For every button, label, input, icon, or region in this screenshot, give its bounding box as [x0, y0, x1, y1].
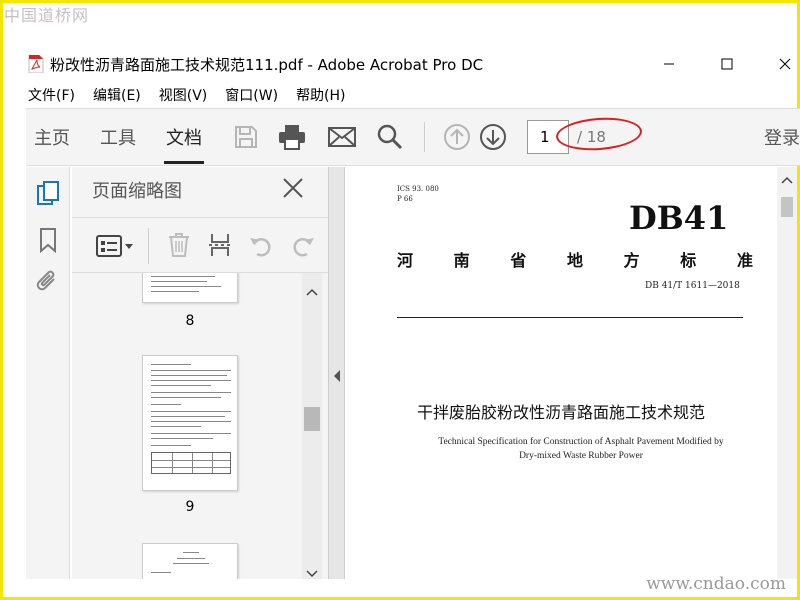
doc-standard-number: DB41 — [629, 199, 729, 237]
menu-help[interactable]: 帮助(H) — [296, 85, 345, 105]
document-scrollbar[interactable] — [777, 167, 797, 579]
doc-scroll-up-icon[interactable] — [781, 169, 793, 188]
doc-code: DB 41/T 1611—2018 — [645, 281, 740, 291]
doc-province-char: 地 — [566, 251, 583, 270]
doc-province-char: 方 — [623, 251, 640, 270]
left-rail — [26, 167, 70, 579]
login-link[interactable]: 登录 — [764, 124, 800, 150]
window-title: 粉改性沥青路面施工技术规范111.pdf - Adobe Acrobat Pro… — [50, 55, 484, 74]
doc-p: P 66 — [397, 195, 413, 203]
email-icon[interactable] — [328, 123, 356, 151]
doc-province-char: 准 — [736, 251, 753, 270]
doc-title-en-1: Technical Specification for Construction… — [438, 437, 724, 447]
doc-province-char: 河 — [397, 251, 414, 270]
thumbnail-page-8[interactable] — [142, 273, 238, 303]
tab-document[interactable]: 文档 — [158, 108, 210, 166]
extract-page-icon[interactable] — [208, 232, 232, 262]
panel-toolbar — [72, 217, 328, 273]
doc-province-line: 河 南 省 地 方 标 准 — [397, 247, 753, 271]
rotate-ccw-icon[interactable] — [248, 232, 274, 262]
tab-home[interactable]: 主页 — [26, 108, 78, 166]
scroll-down-icon[interactable] — [306, 563, 318, 582]
menu-file[interactable]: 文件(F) — [28, 85, 75, 105]
doc-province-char: 标 — [680, 251, 697, 270]
options-menu-icon[interactable] — [96, 234, 134, 262]
print-icon[interactable] — [278, 123, 306, 151]
tab-tools[interactable]: 工具 — [92, 108, 144, 166]
menu-view[interactable]: 视图(V) — [159, 85, 208, 105]
pdf-file-icon — [28, 54, 44, 74]
thumbnail-table — [151, 452, 231, 474]
doc-scroll-thumb[interactable] — [781, 197, 793, 217]
doc-ics: ICS 93. 080 — [397, 185, 439, 193]
thumbnail-list: 8 9 — [72, 273, 302, 579]
scroll-up-icon[interactable] — [306, 281, 318, 300]
prev-page-icon[interactable] — [443, 123, 471, 151]
delete-page-icon[interactable] — [168, 232, 190, 262]
page-thumbnails-icon[interactable] — [34, 179, 62, 209]
collapse-panel-icon[interactable] — [333, 367, 341, 386]
panel-splitter[interactable] — [328, 167, 345, 579]
panel-title: 页面缩略图 — [92, 181, 182, 202]
panel-toolbar-separator — [148, 228, 149, 264]
menu-window[interactable]: 窗口(W) — [225, 85, 278, 105]
thumbnail-scrollbar[interactable] — [302, 273, 322, 579]
doc-title-en-2: Dry-mixed Waste Rubber Power — [519, 451, 643, 461]
watermark-top: 中国道桥网 — [4, 6, 90, 25]
toolbar-separator — [424, 122, 425, 152]
toolbar: 主页 工具 文档 1 / 18 登录 — [26, 108, 800, 166]
doc-title-cn: 干拌废胎胶粉改性沥青路面施工技术规范 — [416, 403, 705, 422]
close-panel-icon[interactable] — [280, 175, 306, 201]
thumbnail-label-9: 9 — [185, 499, 195, 515]
scroll-thumb[interactable] — [304, 407, 320, 431]
watermark-bottom: www.cndao.com — [646, 574, 786, 594]
minimize-button[interactable] — [646, 48, 692, 80]
search-icon[interactable] — [376, 123, 404, 151]
thumbnail-label-8: 8 — [185, 313, 195, 329]
attachment-icon[interactable] — [34, 267, 62, 297]
save-icon[interactable] — [232, 123, 260, 151]
doc-province-char: 南 — [453, 251, 470, 270]
doc-rule — [397, 317, 743, 318]
thumbnail-panel: 页面缩略图 8 9 — [72, 167, 328, 579]
bookmark-icon[interactable] — [34, 225, 62, 255]
maximize-button[interactable] — [704, 48, 750, 80]
menu-bar: 文件(F) 编辑(E) 视图(V) 窗口(W) 帮助(H) — [26, 82, 800, 108]
thumbnail-page-10[interactable] — [142, 543, 238, 579]
title-bar: 粉改性沥青路面施工技术规范111.pdf - Adobe Acrobat Pro… — [26, 48, 800, 80]
document-page: ICS 93. 080 P 66 DB41 河 南 省 地 方 标 准 DB 4… — [345, 167, 777, 579]
close-window-button[interactable] — [762, 48, 800, 80]
rotate-cw-icon[interactable] — [290, 232, 316, 262]
thumbnail-page-9[interactable] — [142, 355, 238, 491]
doc-province-char: 省 — [510, 251, 527, 270]
next-page-icon[interactable] — [479, 123, 507, 151]
menu-edit[interactable]: 编辑(E) — [93, 85, 141, 105]
